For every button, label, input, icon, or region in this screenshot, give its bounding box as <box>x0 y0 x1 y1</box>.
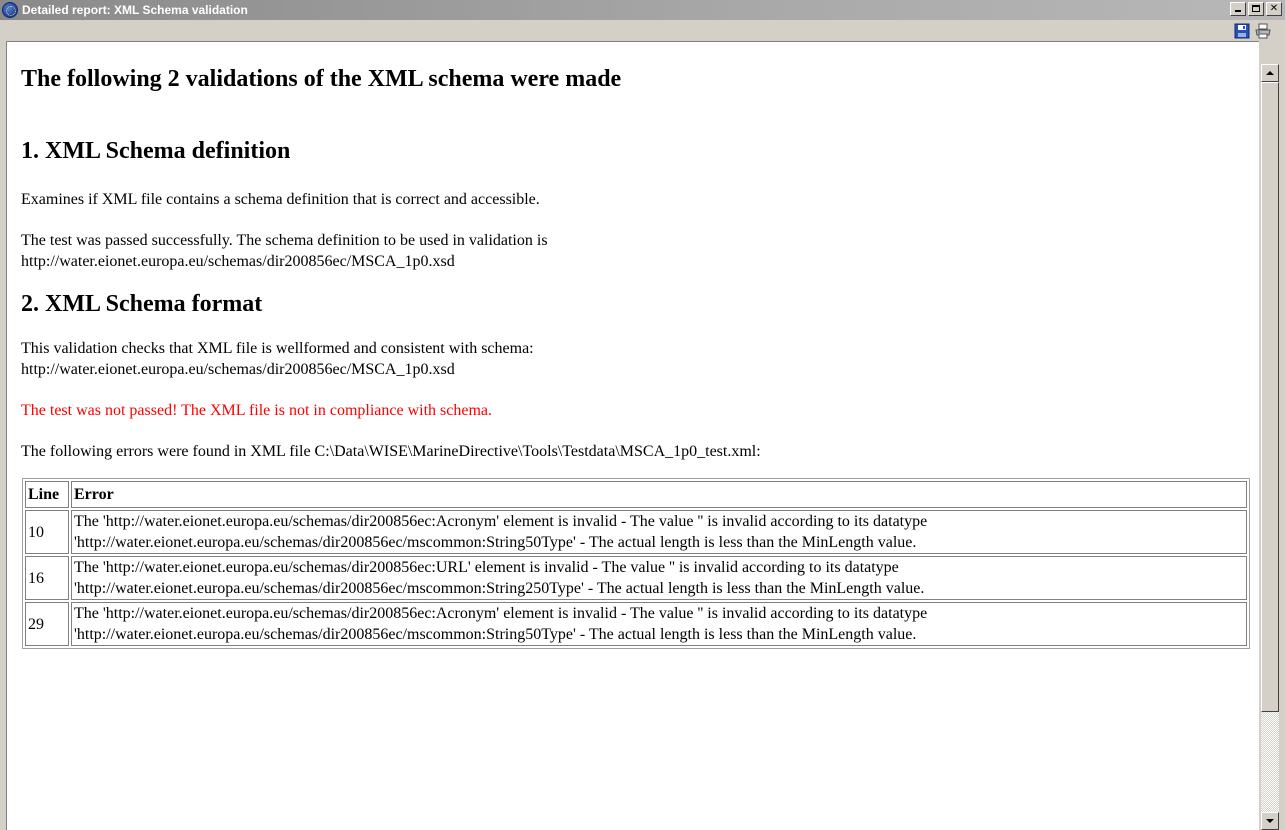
error-line-number: 16 <box>25 556 69 600</box>
error-message-line2: 'http://water.eionet.europa.eu/schemas/d… <box>74 580 925 597</box>
error-message-line1: The 'http://water.eionet.europa.eu/schem… <box>74 605 928 622</box>
errors-intro: The following errors were found in XML f… <box>21 443 761 460</box>
close-button[interactable]: ✕ <box>1266 2 1282 16</box>
close-icon: ✕ <box>1269 3 1279 14</box>
failure-message: The test was not passed! The XML file is… <box>21 402 492 419</box>
column-header-error: Error <box>71 481 1247 508</box>
print-icon[interactable] <box>1255 23 1271 39</box>
section1-result: The test was passed successfully. The sc… <box>21 230 1259 272</box>
section1-description: Examines if XML file contains a schema d… <box>21 191 540 208</box>
section1-title: 1. XML Schema definition <box>21 138 291 164</box>
error-message: The 'http://water.eionet.europa.eu/schem… <box>71 556 1247 600</box>
error-message: The 'http://water.eionet.europa.eu/schem… <box>71 602 1247 646</box>
section2-description: This validation checks that XML file is … <box>21 338 1259 380</box>
toolbar <box>0 20 1285 41</box>
arrow-up-icon <box>1266 71 1274 75</box>
window-titlebar[interactable]: Detailed report: XML Schema validation ✕ <box>0 0 1285 20</box>
error-message-line1: The 'http://water.eionet.europa.eu/schem… <box>74 559 899 576</box>
scroll-up-button[interactable] <box>1261 64 1279 82</box>
table-header-row: Line Error <box>25 481 1247 508</box>
arrow-down-icon <box>1266 819 1274 823</box>
section2-title: 2. XML Schema format <box>21 291 263 317</box>
scrollbar-thumb[interactable] <box>1261 82 1279 712</box>
error-message-line2: 'http://water.eionet.europa.eu/schemas/d… <box>74 626 917 643</box>
report-content: The following 2 validations of the XML s… <box>6 41 1259 830</box>
table-row: 29 The 'http://water.eionet.europa.eu/sc… <box>25 602 1247 646</box>
table-row: 16 The 'http://water.eionet.europa.eu/sc… <box>25 556 1247 600</box>
table-row: 10 The 'http://water.eionet.europa.eu/sc… <box>25 510 1247 554</box>
window-title: Detailed report: XML Schema validation <box>22 3 248 17</box>
column-header-line: Line <box>25 481 69 508</box>
minimize-button[interactable] <box>1230 2 1246 16</box>
minimize-icon <box>1235 10 1241 12</box>
app-icon <box>2 2 18 18</box>
section1-schema-url: http://water.eionet.europa.eu/schemas/di… <box>21 253 455 270</box>
section1-result-line1: The test was passed successfully. The sc… <box>21 232 548 249</box>
error-line-number: 29 <box>25 602 69 646</box>
error-message-line1: The 'http://water.eionet.europa.eu/schem… <box>74 513 928 530</box>
save-icon[interactable] <box>1234 23 1250 39</box>
maximize-icon <box>1252 5 1260 12</box>
errors-table: Line Error 10 The 'http://water.eionet.e… <box>22 478 1250 649</box>
section2-description-line1: This validation checks that XML file is … <box>21 340 534 357</box>
error-message-line2: 'http://water.eionet.europa.eu/schemas/d… <box>74 534 917 551</box>
report-heading: The following 2 validations of the XML s… <box>21 66 622 92</box>
section2-schema-url: http://water.eionet.europa.eu/schemas/di… <box>21 361 455 378</box>
error-message: The 'http://water.eionet.europa.eu/schem… <box>71 510 1247 554</box>
maximize-button[interactable] <box>1248 2 1264 16</box>
vertical-scrollbar[interactable] <box>1261 64 1279 830</box>
scroll-down-button[interactable] <box>1261 812 1279 830</box>
window-controls: ✕ <box>1228 2 1282 16</box>
error-line-number: 10 <box>25 510 69 554</box>
